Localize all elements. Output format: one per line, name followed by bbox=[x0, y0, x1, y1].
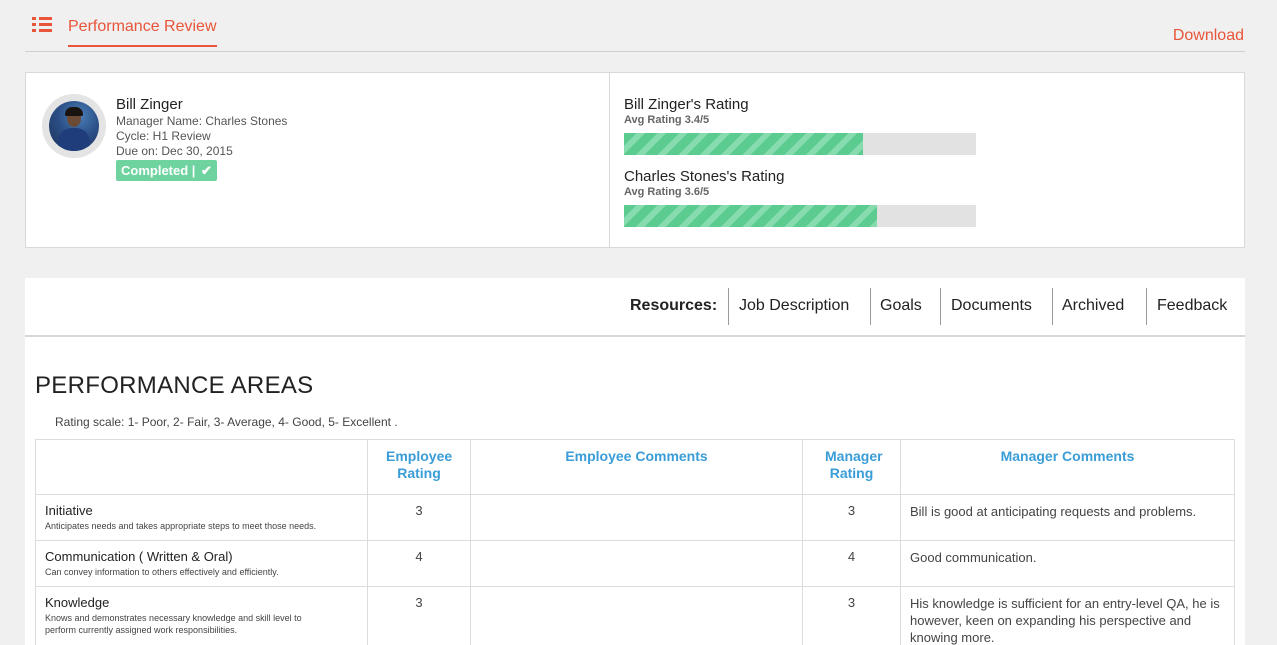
list-icon[interactable] bbox=[32, 17, 52, 33]
area-cell: Knowledge Knows and demonstrates necessa… bbox=[35, 586, 368, 645]
due-date: Due on: Dec 30, 2015 bbox=[116, 144, 233, 158]
status-badge: Completed | ✔ bbox=[116, 160, 217, 181]
column-header-employee-comments: Employee Comments bbox=[470, 439, 803, 495]
resources-divider bbox=[940, 288, 941, 325]
manager-rating-cell: 3 bbox=[802, 494, 901, 541]
resources-divider bbox=[870, 288, 871, 325]
resources-bar: Resources: Job Description Goals Documen… bbox=[25, 278, 1245, 337]
employee-rating-cell: 4 bbox=[367, 540, 471, 587]
performance-areas-table: Employee Rating Employee Comments Manage… bbox=[35, 439, 1235, 645]
employee-comment-cell bbox=[470, 494, 803, 541]
avatar bbox=[42, 94, 106, 158]
resource-job-description[interactable]: Job Description bbox=[739, 297, 849, 315]
table-header-row: Employee Rating Employee Comments Manage… bbox=[35, 439, 1235, 495]
manager-rating-cell: 3 bbox=[802, 586, 901, 645]
employee-rating-fill bbox=[624, 133, 864, 155]
resource-feedback[interactable]: Feedback bbox=[1157, 297, 1227, 315]
employee-rating-cell: 3 bbox=[367, 494, 471, 541]
area-description: Anticipates needs and takes appropriate … bbox=[45, 521, 317, 531]
employee-comment-cell bbox=[470, 540, 803, 587]
performance-panel: Resources: Job Description Goals Documen… bbox=[25, 278, 1245, 645]
employee-rating-bar bbox=[624, 133, 976, 155]
employee-rating-avg: Avg Rating 3.4/5 bbox=[624, 114, 710, 126]
column-header-area bbox=[35, 439, 368, 495]
column-header-manager-rating: Manager Rating bbox=[802, 439, 901, 495]
table-row: Initiative Anticipates needs and takes a… bbox=[35, 494, 1235, 541]
section-title: PERFORMANCE AREAS bbox=[35, 372, 314, 399]
area-name: Communication ( Written & Oral) bbox=[45, 549, 233, 564]
manager-rating-fill bbox=[624, 205, 878, 227]
check-icon: ✔ bbox=[201, 163, 212, 178]
area-name: Knowledge bbox=[45, 595, 110, 610]
rating-scale-note: Rating scale: 1- Poor, 2- Fair, 3- Avera… bbox=[55, 415, 398, 429]
status-label: Completed | bbox=[121, 163, 196, 178]
employee-comment-cell bbox=[470, 586, 803, 645]
resources-label: Resources: bbox=[630, 297, 718, 314]
area-name: Initiative bbox=[45, 503, 93, 518]
manager-name: Manager Name: Charles Stones bbox=[116, 114, 288, 128]
employee-name: Bill Zinger bbox=[116, 96, 183, 113]
manager-comment-cell: Good communication. bbox=[900, 540, 1235, 587]
employee-rating-cell: 3 bbox=[367, 586, 471, 645]
manager-rating-cell: 4 bbox=[802, 540, 901, 587]
download-link[interactable]: Download bbox=[1173, 27, 1244, 45]
area-cell: Initiative Anticipates needs and takes a… bbox=[35, 494, 368, 541]
resources-divider bbox=[728, 288, 729, 325]
table-row: Communication ( Written & Oral) Can conv… bbox=[35, 540, 1235, 587]
review-cycle: Cycle: H1 Review bbox=[116, 129, 211, 143]
resource-documents[interactable]: Documents bbox=[951, 297, 1032, 315]
summary-divider bbox=[609, 73, 610, 247]
resource-archived[interactable]: Archived bbox=[1062, 297, 1124, 315]
column-header-manager-comments: Manager Comments bbox=[900, 439, 1235, 495]
manager-rating-bar bbox=[624, 205, 976, 227]
manager-comment-cell: His knowledge is sufficient for an entry… bbox=[900, 586, 1235, 645]
top-bar: Performance Review Download bbox=[25, 0, 1245, 52]
review-summary-card: Bill Zinger Manager Name: Charles Stones… bbox=[25, 72, 1245, 248]
resources-divider bbox=[1146, 288, 1147, 325]
area-description: Can convey information to others effecti… bbox=[45, 567, 279, 577]
employee-rating-title: Bill Zinger's Rating bbox=[624, 96, 749, 113]
table-row: Knowledge Knows and demonstrates necessa… bbox=[35, 586, 1235, 645]
manager-rating-title: Charles Stones's Rating bbox=[624, 168, 785, 185]
area-description: Knows and demonstrates necessary knowled… bbox=[45, 613, 302, 635]
resource-goals[interactable]: Goals bbox=[880, 297, 922, 315]
manager-comment-cell: Bill is good at anticipating requests an… bbox=[900, 494, 1235, 541]
tab-performance-review[interactable]: Performance Review bbox=[68, 18, 217, 47]
area-cell: Communication ( Written & Oral) Can conv… bbox=[35, 540, 368, 587]
resources-divider bbox=[1052, 288, 1053, 325]
column-header-employee-rating: Employee Rating bbox=[367, 439, 471, 495]
manager-rating-avg: Avg Rating 3.6/5 bbox=[624, 186, 710, 198]
